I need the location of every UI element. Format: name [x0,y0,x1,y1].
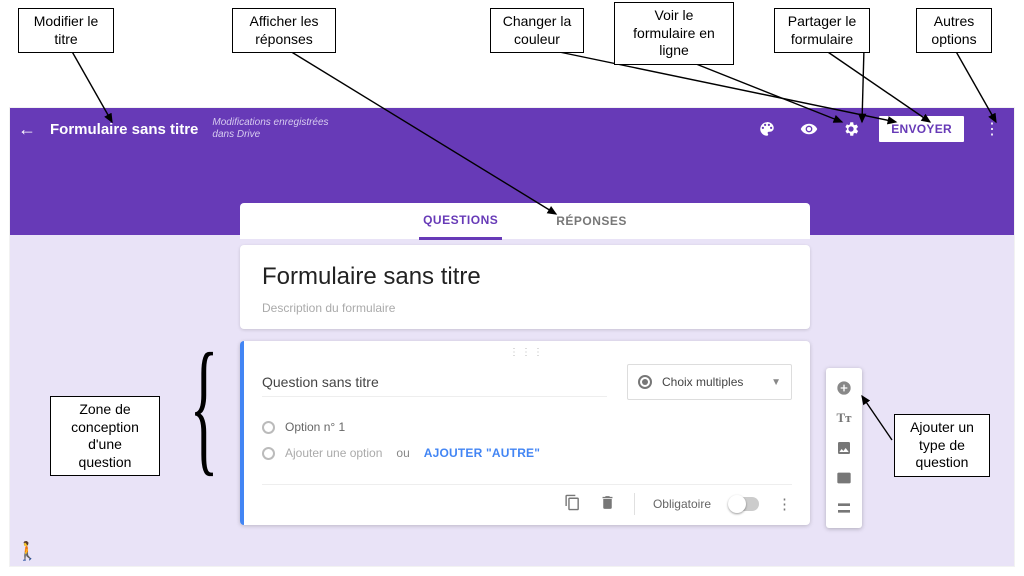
question-title-input[interactable]: Question sans titre [262,368,607,397]
eye-icon[interactable] [795,120,823,138]
add-question-icon[interactable] [836,380,852,396]
separator [634,493,635,515]
side-toolbar: Tᴛ [826,368,862,528]
callout-show-responses: Afficher les réponses [232,8,336,53]
callout-view-online: Voir le formulaire en ligne [614,2,734,65]
question-footer: Obligatoire ⋮ [262,484,792,515]
more-options-icon[interactable]: ⋮ [978,119,1006,139]
add-video-icon[interactable] [836,470,852,486]
question-header: Question sans titre Choix multiples ▼ [262,364,792,400]
back-arrow-icon[interactable]: ← [18,119,36,140]
question-more-icon[interactable]: ⋮ [777,495,792,513]
question-type-label: Choix multiples [662,375,743,389]
option-label[interactable]: Option n° 1 [285,420,345,434]
option-radio-icon [262,421,275,434]
callout-more-options: Autres options [916,8,992,53]
add-title-icon[interactable]: Tᴛ [836,410,851,426]
question-type-dropdown[interactable]: Choix multiples ▼ [627,364,792,400]
send-button[interactable]: ENVOYER [879,116,964,142]
radio-icon [638,375,652,389]
form-title-text[interactable]: Formulaire sans titre [262,263,788,291]
callout-edit-title: Modifier le titre [18,8,114,53]
accessibility-icon: 🚶 [16,541,38,562]
form-header-card[interactable]: Formulaire sans titre Description du for… [240,245,810,329]
callout-design-zone: Zone de conception d'une question [50,396,160,476]
callout-change-color: Changer la couleur [490,8,584,53]
topbar: ← Formulaire sans titre Modifications en… [10,108,1014,150]
duplicate-icon[interactable] [564,494,581,515]
add-other-link[interactable]: AJOUTER "AUTRE" [424,446,540,460]
options-list: Option n° 1 Ajouter une option ou AJOUTE… [262,414,792,466]
drag-handle-icon[interactable]: ⋮⋮⋮ [262,347,792,358]
or-label: ou [396,446,409,460]
center-column: QUESTIONS RÉPONSES Formulaire sans titre… [240,203,810,525]
form-title-topbar[interactable]: Formulaire sans titre [50,121,198,138]
palette-icon[interactable] [753,120,781,138]
add-image-icon[interactable] [836,440,852,456]
callout-share-form: Partager le formulaire [774,8,870,53]
gear-icon[interactable] [837,120,865,138]
add-option-row: Ajouter une option ou AJOUTER "AUTRE" [262,440,792,466]
option-radio-icon [262,447,275,460]
brace-glyph: { [190,320,219,492]
chevron-down-icon: ▼ [771,377,781,388]
tabs-row: QUESTIONS RÉPONSES [240,203,810,239]
tab-responses[interactable]: RÉPONSES [552,204,631,238]
tab-questions[interactable]: QUESTIONS [419,203,502,240]
saved-status: Modifications enregistrées dans Drive [212,117,328,141]
trash-icon[interactable] [599,494,616,515]
required-label: Obligatoire [653,497,711,511]
add-section-icon[interactable] [836,500,852,516]
question-card[interactable]: ⋮⋮⋮ Question sans titre Choix multiples … [240,341,810,525]
option-row[interactable]: Option n° 1 [262,414,792,440]
add-option-link[interactable]: Ajouter une option [285,446,382,460]
required-toggle[interactable] [729,497,759,511]
forms-app: ← Formulaire sans titre Modifications en… [10,108,1014,566]
callout-add-qtype: Ajouter un type de question [894,414,990,477]
form-description-placeholder[interactable]: Description du formulaire [262,301,788,315]
